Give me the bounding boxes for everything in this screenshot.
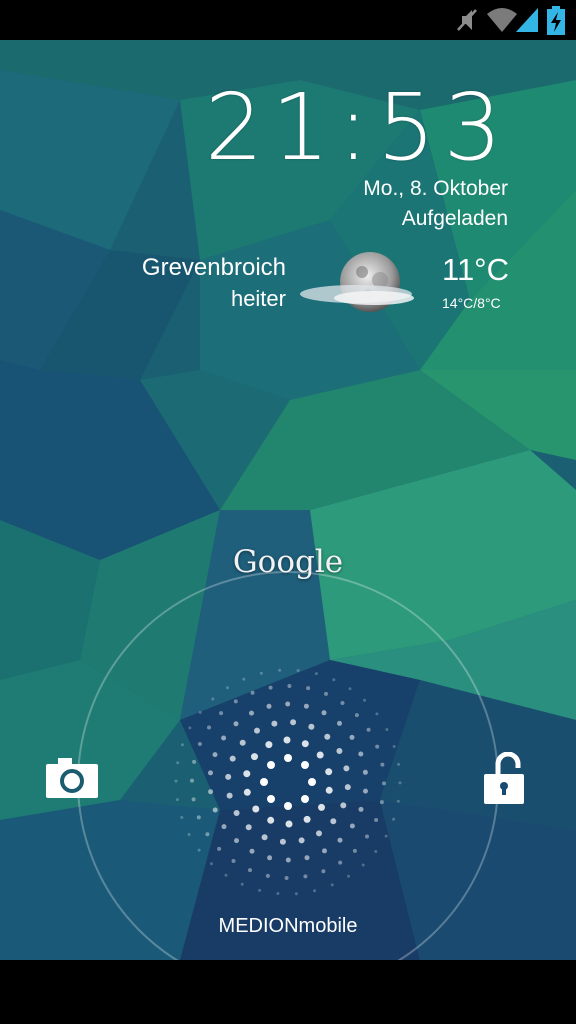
moon-cloud-icon bbox=[300, 252, 414, 312]
mute-icon bbox=[457, 9, 477, 31]
weather-condition: heiter bbox=[230, 286, 286, 311]
unlock-icon[interactable] bbox=[482, 752, 526, 806]
wifi-icon bbox=[487, 8, 517, 32]
weather-temperature: 11°C bbox=[442, 252, 509, 287]
signal-icon bbox=[516, 8, 538, 32]
clock: 21:53 bbox=[204, 74, 510, 181]
battery-charging-icon bbox=[547, 6, 565, 35]
unlock-handle[interactable] bbox=[172, 666, 404, 898]
charge-status: Aufgeladen bbox=[401, 207, 508, 230]
date-label: Mo., 8. Oktober bbox=[363, 177, 508, 200]
weather-range: 14°C/8°C bbox=[442, 295, 501, 311]
camera-icon[interactable] bbox=[44, 756, 100, 800]
navigation-bar bbox=[0, 960, 576, 1024]
status-bar bbox=[0, 0, 576, 40]
weather-location: Grevenbroich bbox=[141, 254, 286, 281]
carrier-label: MEDIONmobile bbox=[218, 915, 358, 937]
